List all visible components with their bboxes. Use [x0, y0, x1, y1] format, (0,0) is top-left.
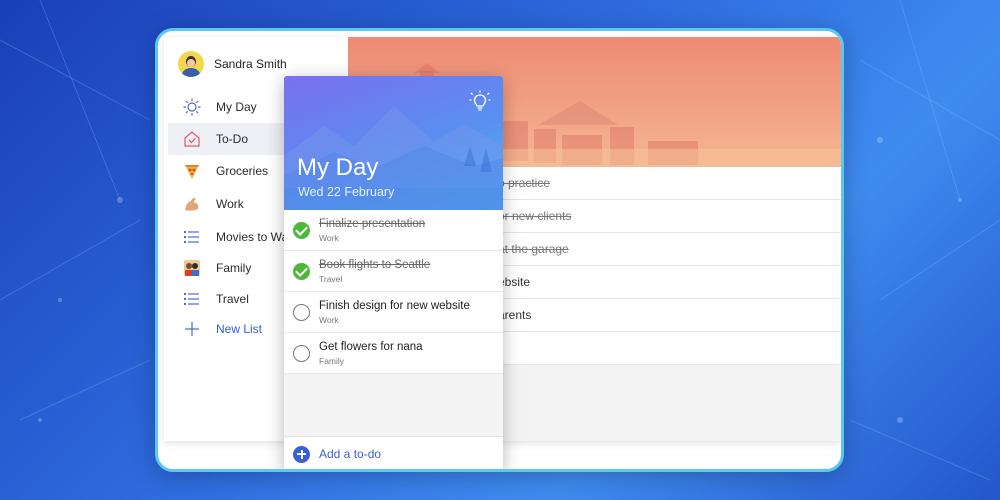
avatar	[178, 51, 204, 77]
pizza-icon	[182, 161, 202, 181]
sidebar-item-label: Movies to Wat	[216, 230, 292, 244]
list-icon	[182, 289, 202, 309]
my-day-window: My Day Wed 22 February Finalize presenta…	[284, 76, 503, 469]
suggestions-lightbulb-icon[interactable]	[469, 90, 491, 112]
sidebar-item-label: Travel	[216, 292, 249, 306]
empty-checkbox[interactable]	[293, 345, 310, 362]
list-item[interactable]: Get flowers for nana Family	[284, 333, 503, 374]
sidebar-item-label: My Day	[216, 100, 257, 114]
empty-checkbox[interactable]	[293, 304, 310, 321]
completed-checkbox[interactable]	[293, 263, 310, 280]
user-name: Sandra Smith	[214, 57, 287, 71]
task-list-name: Work	[319, 315, 339, 325]
add-todo-label: Add a to-do	[319, 447, 382, 461]
page-title: My Day	[297, 154, 379, 181]
sidebar-item-label: Family	[216, 261, 252, 275]
task-title: Finalize presentation	[319, 218, 426, 230]
task-title: Book flights to Seattle	[319, 259, 431, 271]
task-list-name: Family	[319, 356, 345, 366]
add-circle-icon	[293, 445, 310, 463]
new-list-label: New List	[216, 322, 263, 336]
plus-icon	[182, 319, 202, 339]
task-title: Finish design for new website	[319, 300, 470, 312]
app-frame: Sandra Smith My Day To-Do Groceries Work…	[155, 28, 844, 472]
sun-icon	[182, 97, 202, 117]
sidebar-item-label: To-Do	[216, 132, 249, 146]
add-todo-button[interactable]: Add a to-do	[284, 436, 503, 469]
my-day-task-list: Finalize presentation Work Book flights …	[284, 210, 503, 374]
my-day-header: My Day Wed 22 February	[284, 76, 503, 210]
list-item[interactable]: Finish design for new website Work	[284, 292, 503, 333]
date-label: Wed 22 February	[298, 185, 395, 199]
sidebar-item-label: Work	[216, 197, 244, 211]
task-list-name: Travel	[319, 274, 343, 284]
completed-checkbox[interactable]	[293, 222, 310, 239]
list-icon	[182, 227, 202, 247]
family-icon	[182, 258, 202, 278]
list-item[interactable]: Finalize presentation Work	[284, 210, 503, 251]
home-icon	[182, 129, 202, 149]
sidebar-item-label: Groceries	[216, 164, 269, 178]
list-item[interactable]: Book flights to Seattle Travel	[284, 251, 503, 292]
task-title: Get flowers for nana	[319, 341, 423, 353]
my-day-empty-area	[284, 374, 503, 436]
user-profile[interactable]: Sandra Smith	[178, 51, 287, 77]
task-list-name: Work	[319, 233, 339, 243]
flexed-arm-icon	[182, 194, 202, 214]
todo-list-window: Sandra Smith My Day To-Do Groceries Work…	[164, 37, 841, 441]
